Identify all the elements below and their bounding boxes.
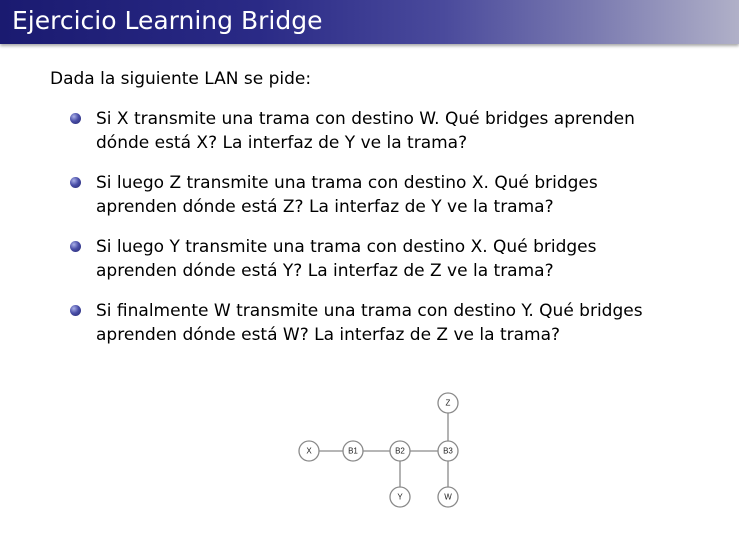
node-label: Z bbox=[446, 399, 451, 408]
host-node-x: X bbox=[298, 440, 320, 462]
node-label: B1 bbox=[348, 447, 358, 456]
bridge-node-b3: B3 bbox=[437, 440, 459, 462]
node-label: Y bbox=[397, 493, 403, 502]
node-label: W bbox=[444, 493, 452, 502]
node-label: B3 bbox=[443, 447, 453, 456]
bridge-node-b1: B1 bbox=[342, 440, 364, 462]
lan-diagram: X B1 B2 B3 Z Y W bbox=[298, 392, 459, 508]
host-node-z: Z bbox=[437, 392, 459, 414]
node-label: B2 bbox=[395, 447, 405, 456]
bridge-node-b2: B2 bbox=[389, 440, 411, 462]
host-node-w: W bbox=[437, 486, 459, 508]
host-node-y: Y bbox=[389, 486, 411, 508]
slide: Ejercicio Learning Bridge Dada la siguie… bbox=[0, 0, 739, 551]
node-label: X bbox=[306, 447, 312, 456]
